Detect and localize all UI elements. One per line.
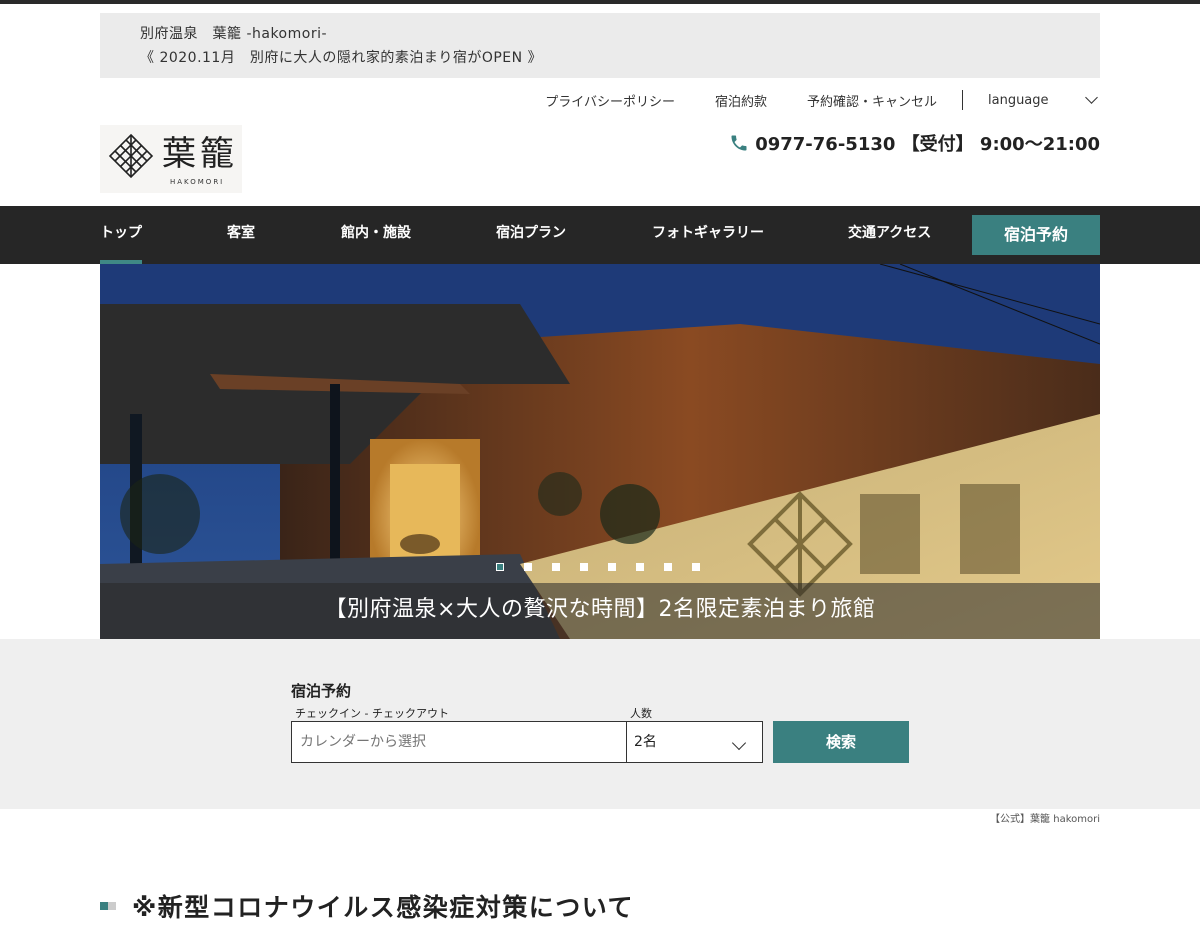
- guests-label: 人数: [630, 707, 652, 720]
- phone-text: 0977-76-5130 【受付】 9:00〜21:00: [755, 134, 1100, 155]
- covid-section-title: ※新型コロナウイルス感染症対策について: [132, 893, 635, 922]
- phone-icon: [731, 135, 747, 151]
- slider-dot-1[interactable]: [496, 563, 504, 571]
- chevron-down-icon: [731, 735, 747, 751]
- nav-item-facilities[interactable]: 館内・施設: [341, 206, 411, 264]
- top-accent-bar: [0, 0, 1200, 4]
- booking-title: 宿泊予約: [291, 682, 352, 700]
- heading-marker-icon: [100, 902, 116, 910]
- nav-item-access[interactable]: 交通アクセス: [848, 206, 931, 264]
- hero-caption: 【別府温泉×大人の贅沢な時間】2名限定素泊まり旅館: [100, 583, 1100, 639]
- nav-item-plans[interactable]: 宿泊プラン: [496, 206, 566, 264]
- utility-nav: プライバシーポリシー 宿泊約款 予約確認・キャンセル language: [545, 88, 1100, 112]
- guests-select[interactable]: 2名: [626, 721, 763, 763]
- slider-dot-4[interactable]: [580, 563, 588, 571]
- leaf-lattice-icon: [108, 133, 154, 179]
- slider-dot-5[interactable]: [608, 563, 616, 571]
- language-select[interactable]: language: [988, 91, 1100, 108]
- checkin-date-input[interactable]: [291, 721, 627, 763]
- main-nav: トップ 客室 館内・施設 宿泊プラン フォトギャラリー 交通アクセス 宿泊予約: [0, 206, 1200, 264]
- site-logo[interactable]: 葉籠 HAKOMORI: [100, 125, 242, 193]
- slider-dot-7[interactable]: [664, 563, 672, 571]
- announcement-line-2: 《 2020.11月 別府に大人の隠れ家的素泊まり宿がOPEN 》: [140, 50, 543, 66]
- nav-item-rooms[interactable]: 客室: [227, 206, 255, 264]
- checkin-label: チェックイン - チェックアウト: [295, 707, 449, 720]
- language-label: language: [988, 92, 1049, 108]
- slider-dot-8[interactable]: [692, 563, 700, 571]
- section-heading: ※新型コロナウイルス感染症対策について: [100, 888, 634, 924]
- utility-divider: [962, 90, 963, 110]
- image-credit: 【公式】葉籠 hakomori: [990, 814, 1100, 825]
- slider-dots: [496, 563, 720, 571]
- reserve-button[interactable]: 宿泊予約: [972, 215, 1100, 255]
- hero-slider: 【別府温泉×大人の贅沢な時間】2名限定素泊まり旅館: [100, 264, 1100, 639]
- accommodation-terms-link[interactable]: 宿泊約款: [715, 91, 767, 110]
- announcement-banner: 別府温泉 葉籠 -hakomori- 《 2020.11月 別府に大人の隠れ家的…: [100, 13, 1100, 78]
- announcement-line-1: 別府温泉 葉籠 -hakomori-: [140, 26, 328, 42]
- slider-dot-2[interactable]: [524, 563, 532, 571]
- slider-dot-6[interactable]: [636, 563, 644, 571]
- reservation-check-link[interactable]: 予約確認・キャンセル: [807, 91, 937, 110]
- phone-contact[interactable]: 0977-76-5130 【受付】 9:00〜21:00: [729, 130, 1100, 156]
- booking-search: 宿泊予約 チェックイン - チェックアウト 人数 2名 検索: [0, 639, 1200, 809]
- guests-value: 2名: [634, 734, 657, 750]
- privacy-policy-link[interactable]: プライバシーポリシー: [545, 91, 675, 110]
- logo-roman: HAKOMORI: [170, 178, 225, 186]
- search-button[interactable]: 検索: [773, 721, 909, 763]
- nav-item-top[interactable]: トップ: [100, 206, 142, 264]
- slider-dot-3[interactable]: [552, 563, 560, 571]
- nav-item-gallery[interactable]: フォトギャラリー: [652, 206, 764, 264]
- logo-kanji: 葉籠: [162, 134, 238, 174]
- chevron-down-icon: [1085, 91, 1098, 104]
